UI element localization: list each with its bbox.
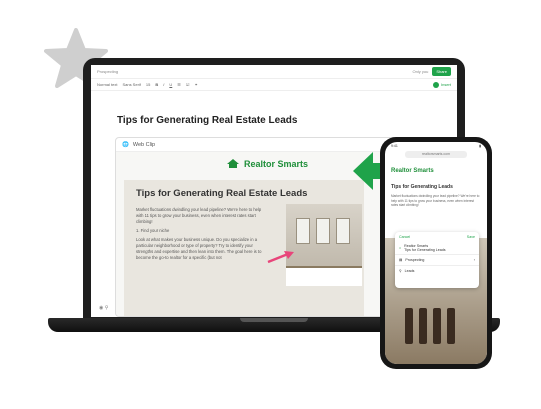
format-toolbar: Normal text Sans Serif 15 B I U ☰ ☑ ⚭ In…: [91, 79, 457, 91]
clip-sheet: Cancel Save ⌂ Realtor Smarts Tips for Ge…: [395, 232, 479, 288]
url-bar[interactable]: realtorsmarts.com: [405, 151, 467, 158]
underline-icon[interactable]: U: [169, 82, 172, 87]
tag-row[interactable]: ⚲ Leads: [395, 265, 479, 276]
chevron-right-icon: ›: [473, 258, 475, 262]
article-paragraph: Look at what makes your business unique.…: [136, 237, 262, 260]
tag-icon: ⚲: [399, 269, 402, 273]
stool: [419, 308, 427, 344]
site-icon: ⌂: [399, 246, 402, 250]
house-logo-icon: [227, 159, 239, 168]
share-button[interactable]: Share: [432, 67, 451, 76]
phone-brand: Realtor Smarts: [391, 168, 434, 174]
article-text: Market fluctuations dwindling your lead …: [136, 207, 264, 261]
cancel-button[interactable]: Cancel: [399, 235, 410, 239]
tag-icon[interactable]: ⚲: [105, 305, 109, 311]
phone-brand-name: Realtor Smarts: [391, 168, 434, 174]
pink-arrow-icon: [267, 251, 294, 264]
phone-time: 9:41: [391, 144, 398, 148]
stool: [405, 308, 413, 344]
notebook-value: Prospecting: [405, 258, 425, 262]
laptop-notch: [240, 318, 308, 322]
window: [296, 218, 310, 244]
note-title[interactable]: Tips for Generating Real Estate Leads: [117, 115, 297, 126]
insert-label: Insert: [440, 82, 451, 87]
font-select[interactable]: Sans Serif: [122, 82, 140, 87]
phone-status-bar: 9:41 ▮: [391, 144, 481, 148]
sheet-page: Tips for Generating Leads: [404, 248, 446, 252]
italic-icon[interactable]: I: [163, 82, 164, 87]
window: [336, 218, 350, 244]
article-title: Tips for Generating Real Estate Leads: [136, 188, 308, 199]
promo-stage: Prospecting Only you Share Normal text S…: [0, 0, 541, 409]
insert-button[interactable]: Insert: [432, 81, 451, 88]
stool: [433, 308, 441, 344]
phone-article-title: Tips for Generating Leads: [391, 184, 453, 190]
sheet-header: Cancel Save: [395, 232, 479, 242]
article-paragraph: Market fluctuations dwindling your lead …: [136, 207, 262, 224]
font-size-select[interactable]: 15: [146, 82, 150, 87]
kitchen-photo: [286, 204, 362, 286]
window: [316, 218, 330, 244]
globe-icon: 🌐: [122, 141, 129, 148]
plus-icon: [432, 81, 439, 88]
checklist-icon[interactable]: ☑: [186, 82, 190, 87]
sheet-page-info: ⌂ Realtor Smarts Tips for Generating Lea…: [395, 242, 479, 254]
notebook-icon: ▤: [399, 258, 403, 262]
phone-article-text: Market fluctuations dwindling your lead …: [391, 194, 480, 208]
article-paragraph: 1. Find your niche: [136, 228, 170, 233]
notebook-row[interactable]: ▤ Prospecting ›: [395, 254, 479, 265]
web-clip-label: Web Clip: [132, 141, 156, 148]
kitchen-counter: [286, 266, 362, 286]
sharing-status: Only you: [412, 69, 429, 74]
bold-icon[interactable]: B: [155, 82, 158, 87]
editor-footer: ◉ ⚲: [99, 305, 108, 311]
phone-screen: 9:41 ▮ realtorsmarts.com Realtor Smarts …: [385, 142, 487, 364]
reminder-icon[interactable]: ◉: [99, 305, 103, 311]
stool: [447, 308, 455, 344]
editor-topbar: Prospecting Only you Share: [91, 65, 457, 79]
text-style-select[interactable]: Normal text: [97, 82, 117, 87]
battery-icon: ▮: [479, 144, 481, 148]
sheet-page-info-text: Realtor Smarts Tips for Generating Leads: [404, 244, 445, 252]
save-button[interactable]: Save: [467, 235, 475, 239]
tag-value: Leads: [404, 269, 415, 273]
brand-name: Realtor Smarts: [244, 158, 309, 169]
link-icon[interactable]: ⚭: [194, 82, 197, 87]
list-icon[interactable]: ☰: [177, 82, 181, 87]
brand-header: Realtor Smarts: [226, 158, 308, 169]
notebook-name[interactable]: Prospecting: [97, 69, 118, 74]
